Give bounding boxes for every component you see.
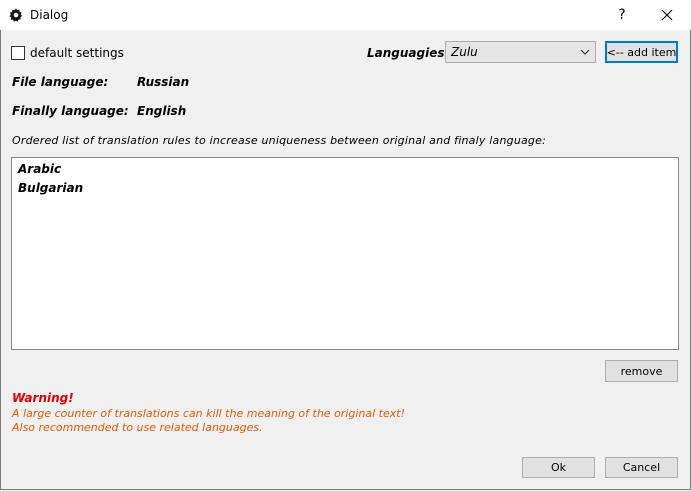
add-item-button[interactable]: <-- add item	[605, 41, 678, 63]
gear-icon	[8, 7, 24, 23]
warning-title: Warning!	[12, 391, 74, 405]
languages-label: Languagies	[367, 46, 445, 60]
remove-button[interactable]: remove	[605, 360, 678, 382]
file-language-value: Russian	[137, 75, 190, 89]
list-item[interactable]: Bulgarian	[12, 179, 678, 198]
ok-button[interactable]: Ok	[522, 457, 595, 478]
rules-list[interactable]: Arabic Bulgarian	[11, 157, 679, 350]
warning-line-1: A large counter of translations can kill…	[12, 407, 405, 420]
file-language-label: File language:	[12, 75, 109, 89]
final-language-value: English	[137, 104, 187, 118]
languages-dropdown[interactable]: Zulu	[445, 41, 596, 63]
title-bar[interactable]: Dialog ?	[0, 0, 691, 30]
cancel-button[interactable]: Cancel	[605, 457, 678, 478]
close-button[interactable]	[644, 0, 690, 30]
default-settings-label: default settings	[30, 46, 124, 60]
default-settings-option[interactable]: default settings	[11, 46, 124, 60]
languages-dropdown-value: Zulu	[451, 45, 478, 59]
rules-description: Ordered list of translation rules to inc…	[12, 134, 546, 147]
warning-line-2: Also recommended to use related language…	[12, 421, 263, 434]
window-title: Dialog	[30, 8, 69, 22]
close-icon	[661, 9, 673, 21]
list-item[interactable]: Arabic	[12, 160, 678, 179]
help-button[interactable]: ?	[599, 0, 645, 30]
default-settings-checkbox[interactable]	[11, 46, 25, 60]
final-language-label: Finally language:	[12, 104, 129, 118]
chevron-down-icon	[580, 49, 590, 55]
